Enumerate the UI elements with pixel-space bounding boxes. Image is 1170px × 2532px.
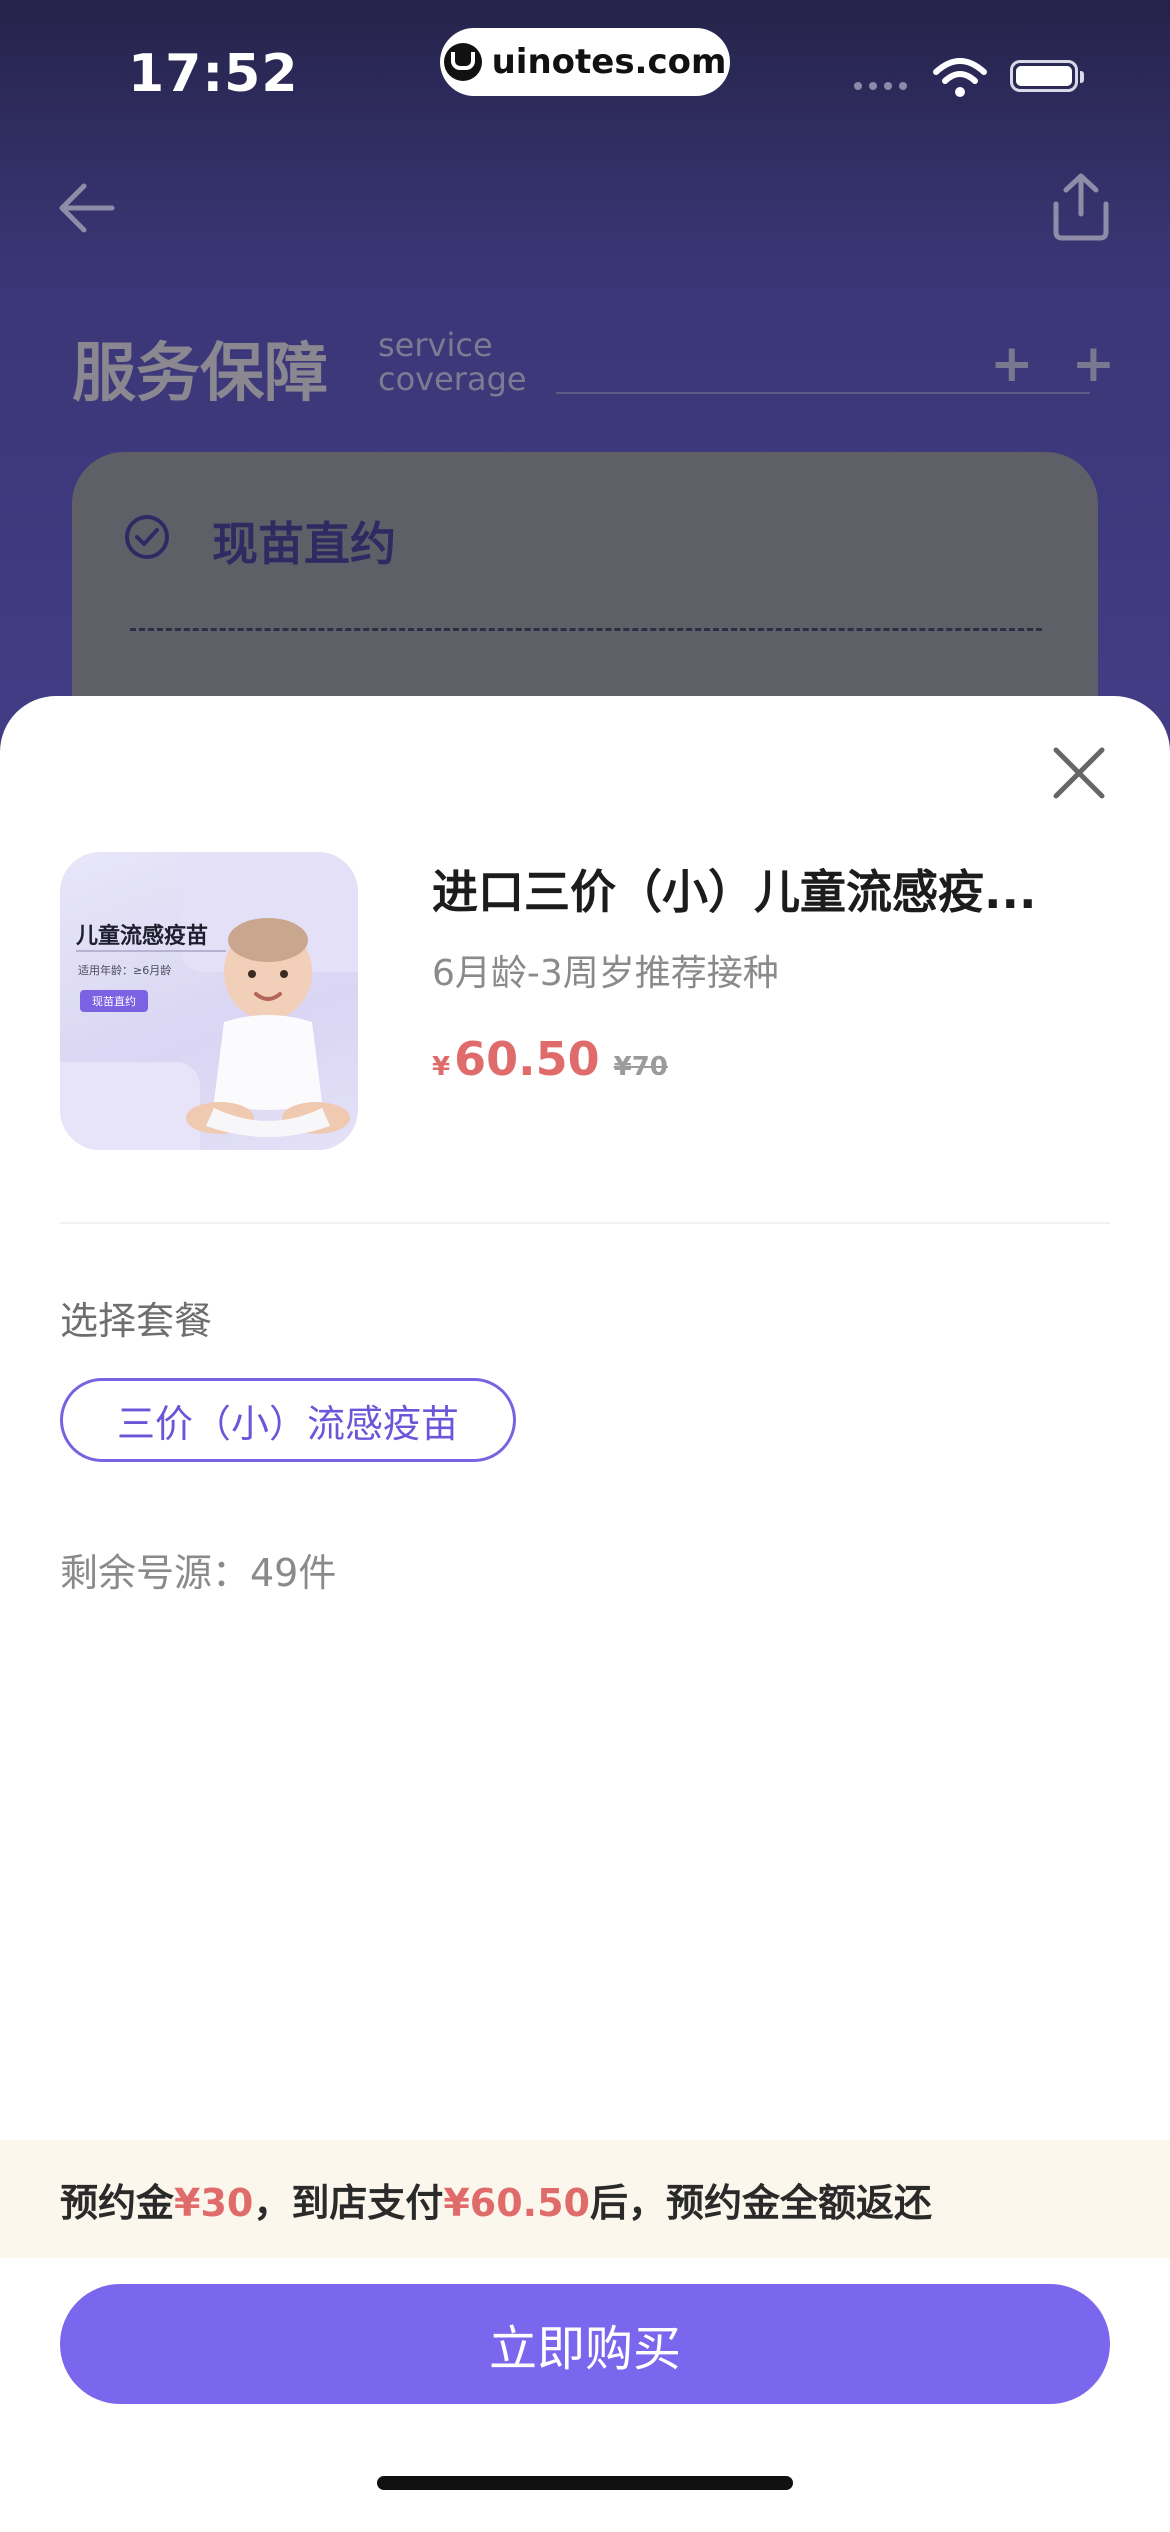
watermark-badge: uinotes.com [440,28,730,96]
close-icon[interactable] [1050,744,1108,802]
section-title: 服务保障 [72,337,328,411]
check-circle-icon [125,515,169,559]
home-indicator [377,2476,793,2490]
battery-icon [1010,60,1084,92]
purchase-sheet: 儿童流感疫苗 适用年龄：≥6月龄 现苗直约 进口三价（小）儿童流感疫... 6月… [0,696,1170,2532]
current-price: 60.50 [454,1032,600,1086]
price-currency: ¥ [432,1052,451,1082]
deposit-notice-bar: 预约金¥30，到店支付¥60.50后，预约金全额返还 [0,2140,1170,2258]
product-image-subtitle: 适用年龄：≥6月龄 [78,964,172,977]
cellular-signal-icon [854,82,907,90]
stock-remaining: 剩余号源：49件 [60,1551,337,1595]
watermark-text: uinotes.com [491,42,727,82]
product-name: 进口三价（小）儿童流感疫... [432,865,1037,919]
share-icon[interactable] [1046,170,1116,242]
section-subtitle: service coverage [378,326,527,398]
uinotes-logo-icon [443,43,482,81]
product-image-tag: 现苗直约 [80,990,148,1012]
package-option-chip[interactable]: 三价（小）流感疫苗 [60,1378,516,1462]
baby-photo-icon [186,918,350,1137]
product-image: 儿童流感疫苗 适用年龄：≥6月龄 现苗直约 [60,852,358,1150]
plus-marks: + + [990,334,1126,394]
wifi-icon [933,58,987,97]
product-age-recommendation: 6月龄-3周岁推荐接种 [432,953,779,994]
price-row: ¥ 60.50 ¥70 [432,1032,668,1086]
status-bar: 17:52 uinotes.com [0,0,1170,140]
back-arrow-icon[interactable] [54,176,118,240]
status-time: 17:52 [128,44,299,104]
background-page: 17:52 uinotes.com 服务保障 service coverage … [0,0,1170,852]
card-dashed-divider [130,628,1042,631]
divider [60,1222,1110,1224]
buy-now-button[interactable]: 立即购买 [60,2284,1110,2404]
original-price: ¥70 [613,1052,668,1082]
deposit-notice: 预约金¥30，到店支付¥60.50后，预约金全额返还 [60,2180,933,2225]
package-label: 选择套餐 [60,1299,213,1343]
card-title: 现苗直约 [212,517,396,571]
